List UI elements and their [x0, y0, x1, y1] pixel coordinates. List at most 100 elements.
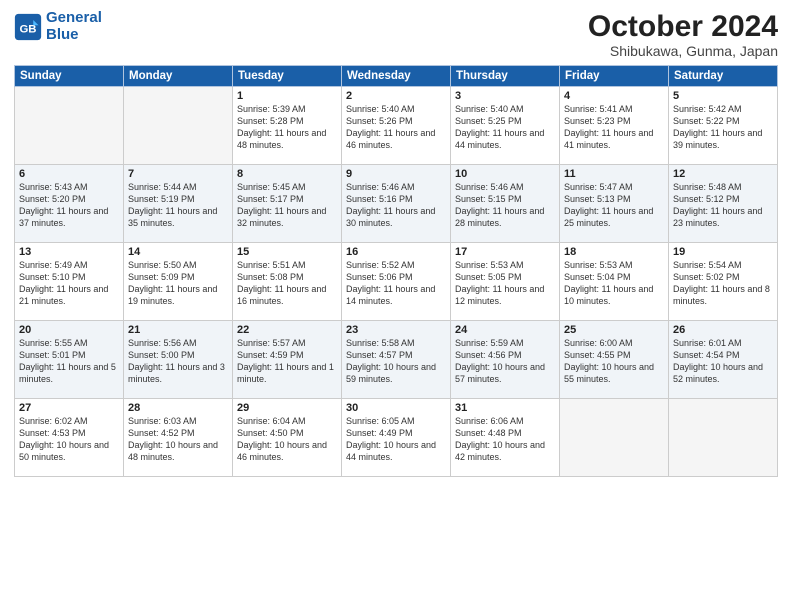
day-info: Sunrise: 5:53 AMSunset: 5:04 PMDaylight:… — [564, 260, 653, 306]
table-row: 28 Sunrise: 6:03 AMSunset: 4:52 PMDayligh… — [124, 399, 233, 477]
table-row: 1 Sunrise: 5:39 AMSunset: 5:28 PMDaylight… — [233, 87, 342, 165]
col-sunday: Sunday — [15, 66, 124, 87]
day-info: Sunrise: 5:40 AMSunset: 5:26 PMDaylight:… — [346, 104, 435, 150]
col-thursday: Thursday — [451, 66, 560, 87]
day-number: 27 — [19, 402, 119, 414]
day-info: Sunrise: 6:05 AMSunset: 4:49 PMDaylight:… — [346, 416, 436, 462]
day-number: 10 — [455, 168, 555, 180]
table-row: 9Sunrise: 5:46 AMSunset: 5:16 PMDaylight… — [342, 165, 451, 243]
day-number: 20 — [19, 324, 119, 336]
col-wednesday: Wednesday — [342, 66, 451, 87]
col-friday: Friday — [560, 66, 669, 87]
day-info: Sunrise: 5:44 AMSunset: 5:19 PMDaylight:… — [128, 182, 217, 228]
day-info: Sunrise: 5:48 AMSunset: 5:12 PMDaylight:… — [673, 182, 762, 228]
table-row: 26 Sunrise: 6:01 AMSunset: 4:54 PMDayligh… — [669, 321, 778, 399]
subtitle: Shibukawa, Gunma, Japan — [588, 43, 778, 59]
calendar-table: Sunday Monday Tuesday Wednesday Thursday… — [14, 65, 778, 477]
day-number: 16 — [346, 246, 446, 258]
day-info: Sunrise: 5:45 AMSunset: 5:17 PMDaylight:… — [237, 182, 326, 228]
day-number: 14 — [128, 246, 228, 258]
day-number: 3 — [455, 90, 555, 102]
day-number: 4 — [564, 90, 664, 102]
table-row: 10 Sunrise: 5:46 AMSunset: 5:15 PMDayligh… — [451, 165, 560, 243]
title-block: October 2024 Shibukawa, Gunma, Japan — [588, 10, 778, 59]
day-info: Sunrise: 5:49 AMSunset: 5:10 PMDaylight:… — [19, 260, 108, 306]
day-info: Sunrise: 6:06 AMSunset: 4:48 PMDaylight:… — [455, 416, 545, 462]
day-info: Sunrise: 5:56 AMSunset: 5:00 PMDaylight:… — [128, 338, 225, 384]
day-info: Sunrise: 5:50 AMSunset: 5:09 PMDaylight:… — [128, 260, 217, 306]
table-row: 6 Sunrise: 5:43 AMSunset: 5:20 PMDaylight… — [15, 165, 124, 243]
table-row — [669, 399, 778, 477]
day-number: 1 — [237, 90, 337, 102]
day-number: 11 — [564, 168, 664, 180]
day-number: 31 — [455, 402, 555, 414]
table-row: 29Sunrise: 6:04 AMSunset: 4:50 PMDayligh… — [233, 399, 342, 477]
day-number: 8 — [237, 168, 337, 180]
day-info: Sunrise: 5:41 AMSunset: 5:23 PMDaylight:… — [564, 104, 653, 150]
day-number: 22 — [237, 324, 337, 336]
day-number: 9 — [346, 168, 446, 180]
day-info: Sunrise: 5:57 AMSunset: 4:59 PMDaylight:… — [237, 338, 334, 384]
day-info: Sunrise: 5:53 AMSunset: 5:05 PMDaylight:… — [455, 260, 544, 306]
table-row: 7 Sunrise: 5:44 AMSunset: 5:19 PMDaylight… — [124, 165, 233, 243]
day-info: Sunrise: 5:43 AMSunset: 5:20 PMDaylight:… — [19, 182, 108, 228]
table-row: 18 Sunrise: 5:53 AMSunset: 5:04 PMDayligh… — [560, 243, 669, 321]
calendar-container: GB General Blue October 2024 Shibukawa, … — [0, 0, 792, 612]
logo-text: General Blue — [46, 10, 102, 43]
table-row: 21 Sunrise: 5:56 AMSunset: 5:00 PMDayligh… — [124, 321, 233, 399]
day-number: 25 — [564, 324, 664, 336]
day-info: Sunrise: 5:40 AMSunset: 5:25 PMDaylight:… — [455, 104, 544, 150]
calendar-header-row: Sunday Monday Tuesday Wednesday Thursday… — [15, 66, 778, 87]
table-row: 19 Sunrise: 5:54 AMSunset: 5:02 PMDayligh… — [669, 243, 778, 321]
day-number: 13 — [19, 246, 119, 258]
table-row: 27 Sunrise: 6:02 AMSunset: 4:53 PMDayligh… — [15, 399, 124, 477]
table-row: 17 Sunrise: 5:53 AMSunset: 5:05 PMDayligh… — [451, 243, 560, 321]
day-number: 21 — [128, 324, 228, 336]
table-row: 4 Sunrise: 5:41 AMSunset: 5:23 PMDaylight… — [560, 87, 669, 165]
day-number: 26 — [673, 324, 773, 336]
table-row: 5Sunrise: 5:42 AMSunset: 5:22 PMDaylight… — [669, 87, 778, 165]
day-number: 24 — [455, 324, 555, 336]
day-number: 6 — [19, 168, 119, 180]
table-row — [124, 87, 233, 165]
day-info: Sunrise: 6:01 AMSunset: 4:54 PMDaylight:… — [673, 338, 763, 384]
table-row: 25 Sunrise: 6:00 AMSunset: 4:55 PMDayligh… — [560, 321, 669, 399]
table-row — [560, 399, 669, 477]
table-row: 2 Sunrise: 5:40 AMSunset: 5:26 PMDaylight… — [342, 87, 451, 165]
day-info: Sunrise: 5:47 AMSunset: 5:13 PMDaylight:… — [564, 182, 653, 228]
day-info: Sunrise: 6:00 AMSunset: 4:55 PMDaylight:… — [564, 338, 654, 384]
day-info: Sunrise: 5:59 AMSunset: 4:56 PMDaylight:… — [455, 338, 545, 384]
day-info: Sunrise: 5:39 AMSunset: 5:28 PMDaylight:… — [237, 104, 326, 150]
day-info: Sunrise: 5:42 AMSunset: 5:22 PMDaylight:… — [673, 104, 762, 150]
table-row — [15, 87, 124, 165]
day-number: 23 — [346, 324, 446, 336]
day-number: 7 — [128, 168, 228, 180]
table-row: 14 Sunrise: 5:50 AMSunset: 5:09 PMDayligh… — [124, 243, 233, 321]
day-number: 12 — [673, 168, 773, 180]
table-row: 16Sunrise: 5:52 AMSunset: 5:06 PMDayligh… — [342, 243, 451, 321]
col-monday: Monday — [124, 66, 233, 87]
day-number: 28 — [128, 402, 228, 414]
day-info: Sunrise: 5:46 AMSunset: 5:15 PMDaylight:… — [455, 182, 544, 228]
day-info: Sunrise: 6:02 AMSunset: 4:53 PMDaylight:… — [19, 416, 109, 462]
table-row: 31 Sunrise: 6:06 AMSunset: 4:48 PMDayligh… — [451, 399, 560, 477]
table-row: 15Sunrise: 5:51 AMSunset: 5:08 PMDayligh… — [233, 243, 342, 321]
day-number: 18 — [564, 246, 664, 258]
table-row: 8 Sunrise: 5:45 AMSunset: 5:17 PMDaylight… — [233, 165, 342, 243]
table-row: 24 Sunrise: 5:59 AMSunset: 4:56 PMDayligh… — [451, 321, 560, 399]
header: GB General Blue October 2024 Shibukawa, … — [14, 10, 778, 59]
day-info: Sunrise: 6:03 AMSunset: 4:52 PMDaylight:… — [128, 416, 218, 462]
day-number: 19 — [673, 246, 773, 258]
day-info: Sunrise: 5:54 AMSunset: 5:02 PMDaylight:… — [673, 260, 770, 306]
logo-line2: Blue — [46, 26, 79, 43]
day-number: 2 — [346, 90, 446, 102]
table-row: 3 Sunrise: 5:40 AMSunset: 5:25 PMDaylight… — [451, 87, 560, 165]
day-info: Sunrise: 5:58 AMSunset: 4:57 PMDaylight:… — [346, 338, 436, 384]
logo-icon: GB — [14, 13, 42, 41]
table-row: 30Sunrise: 6:05 AMSunset: 4:49 PMDayligh… — [342, 399, 451, 477]
day-number: 17 — [455, 246, 555, 258]
logo-line1: General — [46, 9, 102, 26]
table-row: 23 Sunrise: 5:58 AMSunset: 4:57 PMDayligh… — [342, 321, 451, 399]
day-info: Sunrise: 5:51 AMSunset: 5:08 PMDaylight:… — [237, 260, 326, 306]
table-row: 11 Sunrise: 5:47 AMSunset: 5:13 PMDayligh… — [560, 165, 669, 243]
